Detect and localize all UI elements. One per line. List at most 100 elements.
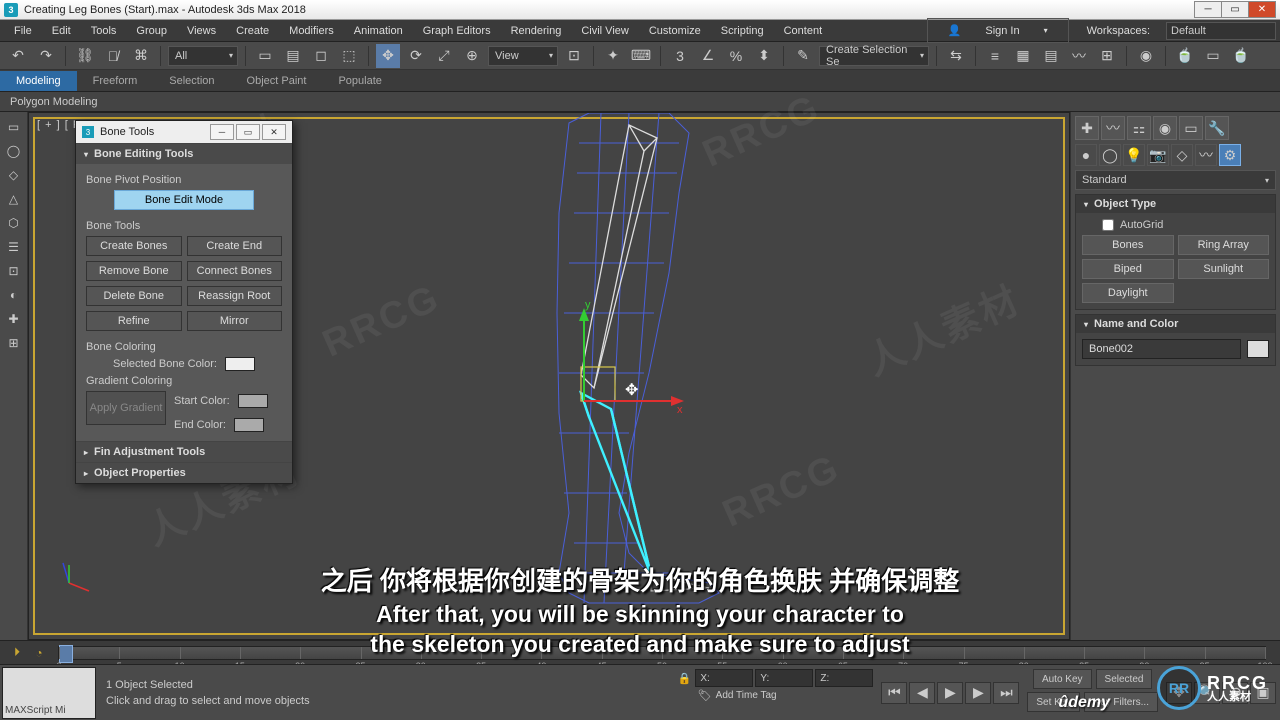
subcategory-dropdown[interactable]: Standard <box>1075 170 1276 190</box>
connect-bones-button[interactable]: Connect Bones <box>187 261 283 281</box>
modify-tab-icon[interactable]: 〰 <box>1101 116 1125 140</box>
curve-editor-icon[interactable]: 〰 <box>1067 44 1091 68</box>
minimize-button[interactable]: ─ <box>1194 1 1222 18</box>
ring-array-button[interactable]: Ring Array <box>1178 235 1270 255</box>
next-frame-icon[interactable]: ▶ <box>965 682 991 704</box>
fin-adjustment-header[interactable]: ▸Fin Adjustment Tools <box>76 442 292 462</box>
menu-scripting[interactable]: Scripting <box>711 22 774 40</box>
object-color-swatch[interactable] <box>1247 340 1269 358</box>
tab-freeform[interactable]: Freeform <box>77 71 154 91</box>
menu-rendering[interactable]: Rendering <box>501 22 572 40</box>
utilities-tab-icon[interactable]: 🔧 <box>1205 116 1229 140</box>
rect-select-icon[interactable]: ◻ <box>309 44 333 68</box>
align-icon[interactable]: ≡ <box>983 44 1007 68</box>
bt-close-icon[interactable]: ✕ <box>262 124 286 140</box>
keymode-icon[interactable]: ⌨ <box>629 44 653 68</box>
apply-gradient-button[interactable]: Apply Gradient <box>86 391 166 425</box>
render-frame-icon[interactable]: ▭ <box>1201 44 1225 68</box>
object-properties-header[interactable]: ▸Object Properties <box>76 463 292 483</box>
prev-frame-icon[interactable]: ◀ <box>909 682 935 704</box>
lock-icon[interactable]: 🔒 <box>678 672 692 685</box>
sunlight-button[interactable]: Sunlight <box>1178 259 1270 279</box>
redo-icon[interactable]: ↷ <box>34 44 58 68</box>
snap-icon[interactable]: 3 <box>668 44 692 68</box>
schematic-icon[interactable]: ⊞ <box>1095 44 1119 68</box>
motion-tab-icon[interactable]: ◉ <box>1153 116 1177 140</box>
angle-snap-icon[interactable]: ∠ <box>696 44 720 68</box>
move-icon[interactable]: ✥ <box>376 44 400 68</box>
bones-button[interactable]: Bones <box>1082 235 1174 255</box>
start-color-swatch[interactable] <box>238 394 268 408</box>
bind-icon[interactable]: ⌘ <box>129 44 153 68</box>
name-color-header[interactable]: Name and Color <box>1076 315 1275 333</box>
object-type-header[interactable]: Object Type <box>1076 195 1275 213</box>
tab-object-paint[interactable]: Object Paint <box>231 71 323 91</box>
helpers-icon[interactable]: ◇ <box>1171 144 1193 166</box>
select-name-icon[interactable]: ▤ <box>281 44 305 68</box>
ltool-1[interactable]: ▭ <box>3 116 25 138</box>
ltool-4[interactable]: △ <box>3 188 25 210</box>
coord-x-input[interactable] <box>695 669 753 687</box>
sel-color-swatch[interactable] <box>225 357 255 371</box>
tab-modeling[interactable]: Modeling <box>0 71 77 91</box>
timeline-track[interactable]: 0510152025303540455055606570758085909510… <box>58 646 1266 660</box>
selected-button[interactable]: Selected <box>1096 669 1153 689</box>
bt-minimize-icon[interactable]: ─ <box>210 124 234 140</box>
menu-content[interactable]: Content <box>774 22 833 40</box>
named-selection-dropdown[interactable]: Create Selection Se <box>819 46 929 66</box>
timeline-config-icon[interactable]: ◔ <box>30 644 48 662</box>
maximize-button[interactable]: ▭ <box>1221 1 1249 18</box>
workspaces-dropdown[interactable] <box>1166 22 1276 40</box>
manip-icon[interactable]: ✦ <box>601 44 625 68</box>
menu-modifiers[interactable]: Modifiers <box>279 22 344 40</box>
remove-bone-button[interactable]: Remove Bone <box>86 261 182 281</box>
menu-create[interactable]: Create <box>226 22 279 40</box>
goto-end-icon[interactable]: ⏭ <box>993 682 1019 704</box>
render-icon[interactable]: 🍵 <box>1229 44 1253 68</box>
timeline-key-icon[interactable]: ⏵ <box>8 644 26 662</box>
mirror-icon[interactable]: ⇆ <box>944 44 968 68</box>
ltool-8[interactable]: ◐ <box>3 284 25 306</box>
menu-group[interactable]: Group <box>126 22 177 40</box>
ltool-5[interactable]: ⬡ <box>3 212 25 234</box>
signin-button[interactable]: 👤Sign In▾ <box>927 18 1069 43</box>
placement-icon[interactable]: ⊕ <box>460 44 484 68</box>
toggle-ribbon-icon[interactable]: ▤ <box>1039 44 1063 68</box>
maxscript-listener[interactable]: MAXScript Mi <box>2 667 96 719</box>
menu-civil-view[interactable]: Civil View <box>571 22 638 40</box>
menu-graph-editors[interactable]: Graph Editors <box>413 22 501 40</box>
window-crossing-icon[interactable]: ⬚ <box>337 44 361 68</box>
object-name-input[interactable] <box>1082 339 1241 359</box>
shapes-icon[interactable]: ◯ <box>1099 144 1121 166</box>
autokey-button[interactable]: Auto Key <box>1033 669 1092 689</box>
add-time-tag[interactable]: Add Time Tag <box>698 689 777 702</box>
refcoord-dropdown[interactable]: View <box>488 46 558 66</box>
spacewarp-icon[interactable]: 〰 <box>1195 144 1217 166</box>
menu-tools[interactable]: Tools <box>81 22 127 40</box>
percent-snap-icon[interactable]: % <box>724 44 748 68</box>
ltool-6[interactable]: ☰ <box>3 236 25 258</box>
filter-dropdown[interactable]: All <box>168 46 238 66</box>
biped-button[interactable]: Biped <box>1082 259 1174 279</box>
close-button[interactable]: ✕ <box>1248 1 1276 18</box>
ribbon-sub[interactable]: Polygon Modeling <box>0 92 1280 112</box>
end-color-swatch[interactable] <box>234 418 264 432</box>
mirror-button[interactable]: Mirror <box>187 311 283 331</box>
tab-populate[interactable]: Populate <box>322 71 397 91</box>
goto-start-icon[interactable]: ⏮ <box>881 682 907 704</box>
material-icon[interactable]: ◉ <box>1134 44 1158 68</box>
pivot-icon[interactable]: ⊡ <box>562 44 586 68</box>
ltool-9[interactable]: ✚ <box>3 308 25 330</box>
refine-button[interactable]: Refine <box>86 311 182 331</box>
bone-edit-mode-button[interactable]: Bone Edit Mode <box>114 190 254 210</box>
bt-maximize-icon[interactable]: ▭ <box>236 124 260 140</box>
rotate-icon[interactable]: ⟳ <box>404 44 428 68</box>
cameras-icon[interactable]: 📷 <box>1147 144 1169 166</box>
menu-animation[interactable]: Animation <box>344 22 413 40</box>
bone-tools-titlebar[interactable]: 3 Bone Tools ─ ▭ ✕ <box>76 121 292 143</box>
layer-icon[interactable]: ▦ <box>1011 44 1035 68</box>
unlink-icon[interactable]: ⛓̸ <box>101 44 125 68</box>
bone-tools-window[interactable]: 3 Bone Tools ─ ▭ ✕ ▾Bone Editing Tools B… <box>75 120 293 484</box>
hierarchy-tab-icon[interactable]: ⚏ <box>1127 116 1151 140</box>
link-icon[interactable]: ⛓ <box>73 44 97 68</box>
